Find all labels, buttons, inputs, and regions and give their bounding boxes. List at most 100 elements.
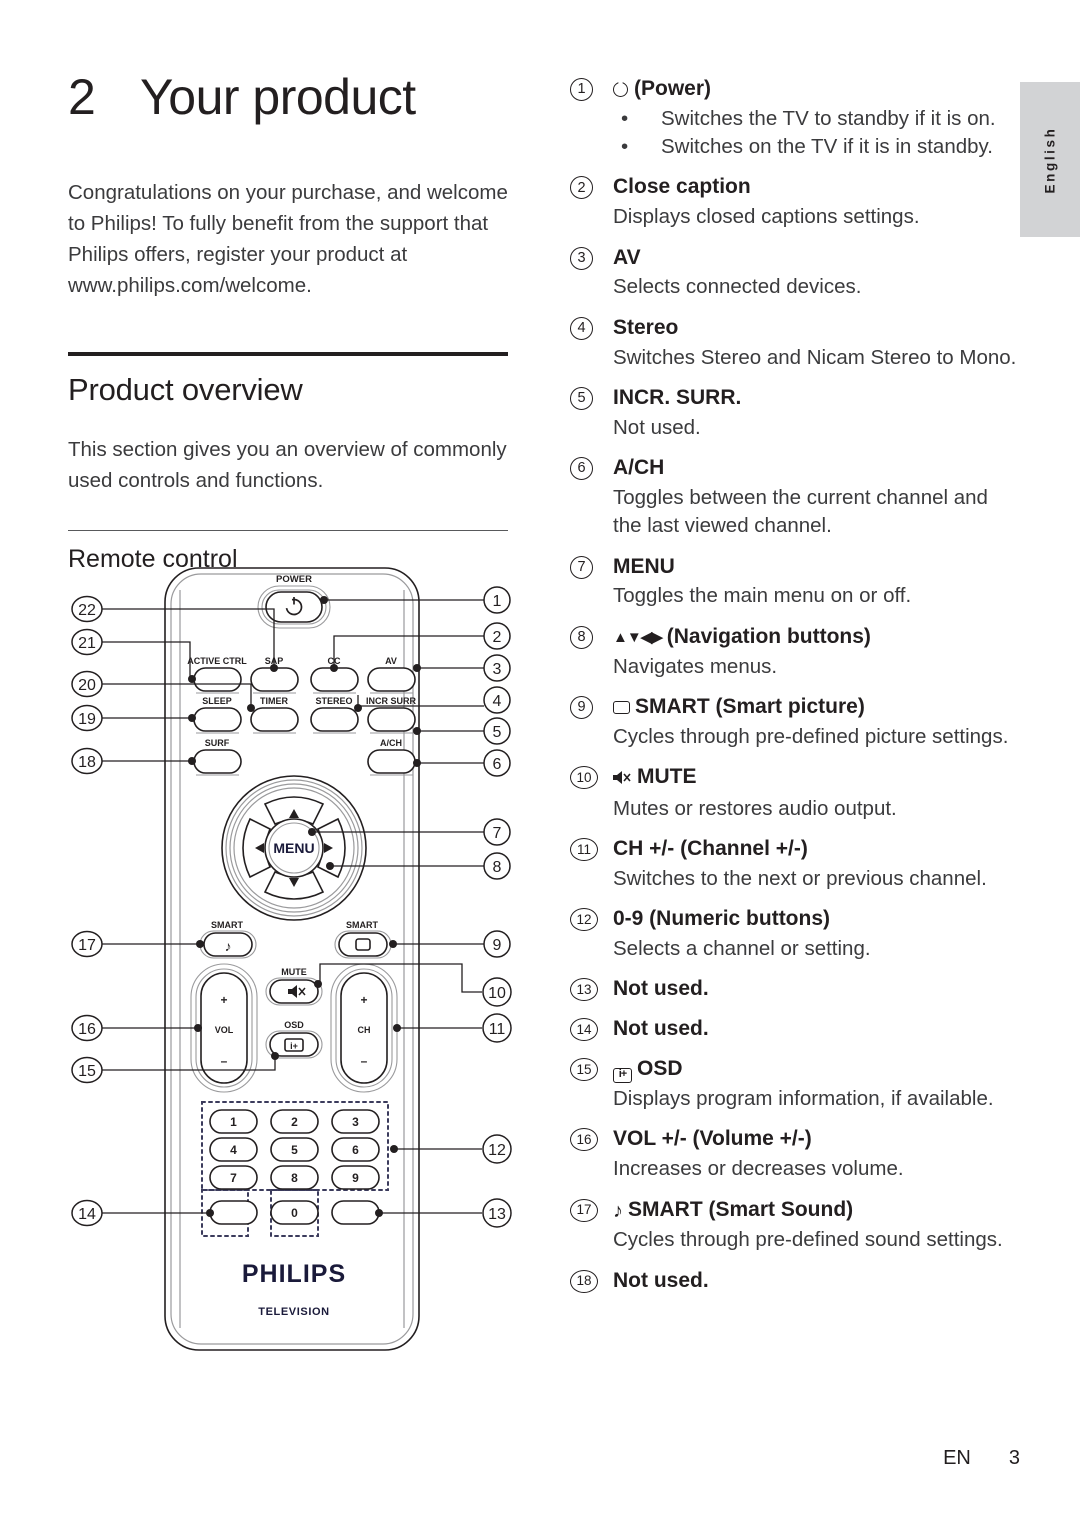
legend-title-9: SMART (Smart picture) (613, 694, 1020, 721)
legend-title-12: 0-9 (Numeric buttons) (613, 907, 831, 931)
legend-title-1: (Power) (613, 76, 1020, 103)
legend-desc-6: Toggles between the current channel and … (613, 485, 988, 538)
remote-power-label: POWER (276, 574, 312, 585)
footer-page-number: 3 (1008, 1447, 1020, 1469)
remote-navigation-pad: MENU (221, 775, 367, 921)
legend-title-10: MUTE (613, 764, 1020, 793)
callout-2: 2 (493, 629, 502, 646)
legend-number: 18 (570, 1269, 598, 1293)
remote-button-incr-surr (367, 707, 416, 732)
callout-5: 5 (493, 724, 502, 741)
callout-19: 19 (78, 711, 96, 728)
svg-text:6: 6 (352, 1143, 359, 1157)
legend-title-2: Close caption (613, 175, 751, 199)
legend-desc-7: Toggles the main menu on or off. (613, 584, 912, 608)
bullet-text: Switches the TV to standby if it is on. (661, 106, 996, 130)
remote-ch-minus: – (361, 1054, 368, 1068)
remote-button-stereo (310, 707, 359, 732)
remote-label-active-ctrl: ACTIVE CTRL (187, 656, 247, 666)
callout-8: 8 (493, 859, 502, 876)
legend-item-3: 3 AV Selects connected devices. (570, 245, 1020, 302)
legend-number: 6 (570, 457, 593, 481)
legend-item-11: 11 CH +/- (Channel +/-) Switches to the … (570, 836, 1020, 893)
callout-1: 1 (493, 593, 502, 610)
legend-item-5: 5 INCR. SURR. Not used. (570, 385, 1020, 442)
svg-text:3: 3 (352, 1115, 359, 1129)
legend-title-16: VOL +/- (Volume +/-) (613, 1127, 812, 1151)
legend-desc-16: Increases or decreases volume. (613, 1157, 904, 1181)
legend-number: 16 (570, 1128, 598, 1152)
remote-brand-logo: PHILIPS (242, 1260, 346, 1288)
osd-icon: i+ (613, 1068, 632, 1084)
legend-item-12: 12 0-9 (Numeric buttons) Selects a chann… (570, 906, 1020, 963)
legend-desc-15: Displays program information, if availab… (613, 1087, 994, 1111)
legend-item-8: 8 ▲▼◀▶ (Navigation buttons) Navigates men… (570, 624, 1020, 681)
chapter-title: Your product (140, 69, 416, 125)
legend-number: 15 (570, 1058, 598, 1082)
legend-desc-5: Not used. (613, 415, 701, 439)
remote-vol-plus: + (220, 993, 227, 1007)
legend-desc-8: Navigates menus. (613, 654, 778, 678)
callout-13: 13 (488, 1206, 506, 1223)
legend-number: 3 (570, 246, 593, 270)
svg-text:8: 8 (291, 1171, 298, 1185)
manual-page: 2 Your product Congratulations on your p… (0, 0, 1080, 1527)
remote-brand-subtitle: TELEVISION (258, 1306, 329, 1318)
remote-label-av: AV (385, 656, 397, 666)
power-icon (613, 82, 628, 97)
language-side-tab-label: English (1042, 126, 1058, 193)
legend-number: 1 (570, 78, 593, 101)
legend-item-9: 9 SMART (Smart picture) Cycles through p… (570, 694, 1020, 751)
remote-key-blank-right (331, 1200, 380, 1225)
callout-7: 7 (493, 825, 502, 842)
legend-number: 13 (570, 978, 598, 1002)
legend-title-15: i+ OSD (613, 1056, 1020, 1084)
remote-vol-minus: – (221, 1054, 228, 1068)
remote-ch-label: CH (358, 1025, 371, 1035)
remote-label-surf: SURF (205, 738, 230, 748)
legend-number: 14 (570, 1018, 598, 1042)
callout-6: 6 (493, 756, 502, 773)
legend-item-14: 14 Not used. (570, 1016, 1020, 1043)
section-divider-thick (68, 351, 508, 356)
chapter-heading: 2 Your product (68, 70, 516, 125)
legend-item-6: 6 A/CH Toggles between the current chann… (570, 455, 1020, 540)
legend-desc-10: Mutes or restores audio output. (613, 796, 897, 820)
svg-text:0: 0 (291, 1206, 298, 1220)
svg-text:5: 5 (291, 1143, 298, 1157)
bullet-marker: • (621, 135, 629, 159)
legend-number: 4 (570, 316, 593, 340)
svg-text:i+: i+ (290, 1041, 298, 1051)
legend-item-13: 13 Not used. (570, 976, 1020, 1003)
legend-item-7: 7 MENU Toggles the main menu on or off. (570, 554, 1020, 611)
legend-title-14: Not used. (613, 1017, 709, 1041)
remote-channel-rocker: + CH – (330, 963, 398, 1093)
footer-language-code: EN (943, 1447, 971, 1469)
remote-button-av (367, 667, 416, 692)
legend-item-18: 18 Not used. (570, 1268, 1020, 1295)
bullet-text: Switches on the TV if it is in standby. (661, 135, 993, 159)
svg-text:9: 9 (352, 1171, 359, 1185)
legend-bullet: • Switches the TV to standby if it is on… (613, 105, 1020, 133)
legend-number: 8 (570, 625, 593, 649)
remote-label-osd: OSD (284, 1020, 304, 1030)
remote-key-blank-left (209, 1200, 258, 1225)
legend-item-4: 4 Stereo Switches Stereo and Nicam Stere… (570, 315, 1020, 372)
callout-16: 16 (78, 1021, 96, 1038)
legend-item-1: 1 (Power) • Switches the TV to standby i… (570, 76, 1020, 161)
music-note-icon: ♪ (225, 938, 232, 954)
legend-desc-9: Cycles through pre-defined picture setti… (613, 724, 1009, 748)
rectangle-icon (613, 700, 630, 714)
legend-title-4: Stereo (613, 315, 679, 339)
remote-ch-plus: + (360, 993, 367, 1007)
remote-label-sleep: SLEEP (202, 696, 232, 706)
callout-14: 14 (78, 1206, 96, 1223)
section-divider-thin (68, 529, 508, 532)
legend-number: 5 (570, 386, 593, 410)
legend-title-7: MENU (613, 554, 675, 578)
remote-label-timer: TIMER (260, 696, 288, 706)
legend-title-5: INCR. SURR. (613, 385, 742, 409)
remote-button-sleep (193, 707, 242, 732)
remote-control-diagram: .bodyline { fill:none; stroke:#231f20; s… (62, 560, 522, 1360)
legend-title-11: CH +/- (Channel +/-) (613, 837, 808, 861)
